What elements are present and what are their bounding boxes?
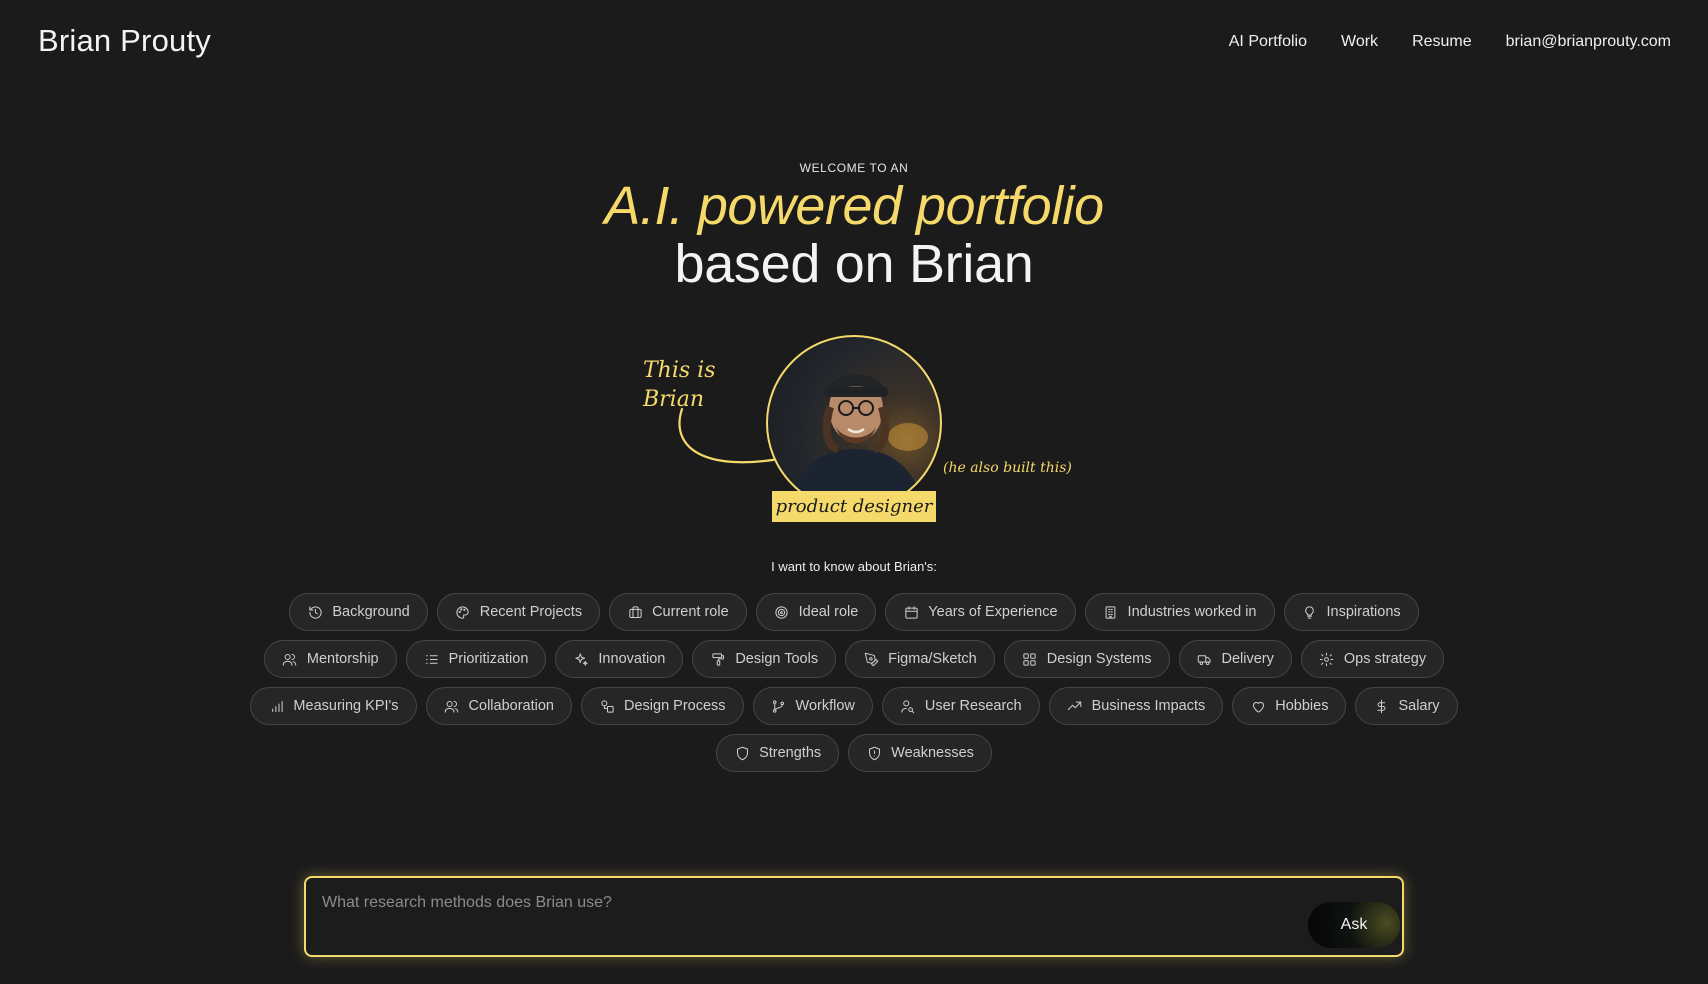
chip-label: Prioritization	[448, 651, 529, 667]
chip-background[interactable]: Background	[289, 593, 428, 631]
question-input[interactable]	[320, 890, 1220, 916]
chip-label: Years of Experience	[928, 604, 1058, 620]
lightbulb-icon	[1302, 604, 1318, 620]
chip-weaknesses[interactable]: Weaknesses	[848, 734, 992, 772]
chip-hobbies[interactable]: Hobbies	[1232, 687, 1347, 725]
nav-resume[interactable]: Resume	[1412, 33, 1472, 51]
chip-design-systems[interactable]: Design Systems	[1003, 640, 1170, 678]
topic-row-4: Strengths Weaknesses	[0, 734, 1708, 772]
chip-label: Strengths	[759, 745, 822, 761]
ask-box: Ask	[304, 876, 1404, 957]
chip-years-of-experience[interactable]: Years of Experience	[885, 593, 1076, 631]
paint-roller-icon	[710, 651, 726, 667]
chip-label: Weaknesses	[891, 745, 974, 761]
chip-label: User Research	[924, 698, 1022, 714]
sparkles-icon	[573, 651, 589, 667]
chip-label: Design Tools	[735, 651, 819, 667]
chip-label: Collaboration	[468, 698, 554, 714]
shapes-icon	[599, 698, 615, 714]
chip-workflow[interactable]: Workflow	[752, 687, 873, 725]
topic-row-1: Background Recent Projects Current role …	[0, 593, 1708, 631]
shield-icon	[734, 745, 750, 761]
nav-work[interactable]: Work	[1341, 33, 1378, 51]
chip-label: Hobbies	[1275, 698, 1329, 714]
chip-delivery[interactable]: Delivery	[1178, 640, 1292, 678]
calendar-icon	[903, 604, 919, 620]
chip-label: Inspirations	[1326, 604, 1401, 620]
chip-label: Innovation	[598, 651, 666, 667]
chip-label: Mentorship	[306, 651, 379, 667]
shield-alert-icon	[866, 745, 882, 761]
grid-icon	[1022, 651, 1038, 667]
hero-headline-highlight: A.I. powered portfolio	[604, 176, 1104, 236]
chip-design-tools[interactable]: Design Tools	[692, 640, 837, 678]
chip-label: Current role	[652, 604, 729, 620]
building-icon	[1103, 604, 1119, 620]
list-ordered-icon	[424, 651, 440, 667]
topics-prompt: I want to know about Brian's:	[771, 559, 937, 574]
trending-up-icon	[1067, 698, 1083, 714]
chip-label: Industries worked in	[1127, 604, 1257, 620]
chip-figma-sketch[interactable]: Figma/Sketch	[845, 640, 995, 678]
history-icon	[307, 604, 323, 620]
topic-row-2: Mentorship Prioritization Innovation Des…	[0, 640, 1708, 678]
chip-label: Design Process	[624, 698, 726, 714]
chip-label: Recent Projects	[479, 604, 583, 620]
chip-user-research[interactable]: User Research	[881, 687, 1040, 725]
palette-icon	[455, 604, 471, 620]
chip-innovation[interactable]: Innovation	[555, 640, 684, 678]
chip-label: Measuring KPI's	[293, 698, 399, 714]
nav-ai-portfolio[interactable]: AI Portfolio	[1229, 33, 1307, 51]
ask-button[interactable]: Ask	[1308, 902, 1400, 948]
avatar	[766, 335, 942, 511]
topic-row-3: Measuring KPI's Collaboration Design Pro…	[0, 687, 1708, 725]
chip-ideal-role[interactable]: Ideal role	[755, 593, 877, 631]
briefcase-icon	[627, 604, 643, 620]
built-this-annotation: (he also built this)	[943, 460, 1072, 476]
user-search-icon	[900, 698, 916, 714]
chip-label: Background	[332, 604, 410, 620]
users-icon	[282, 651, 298, 667]
hero-eyebrow: WELCOME TO AN	[799, 161, 909, 175]
annotation-line-1: This is	[643, 358, 716, 383]
top-nav: AI Portfolio Work Resume brian@brianprou…	[1229, 33, 1671, 51]
users-icon	[444, 698, 460, 714]
chip-measuring-kpis[interactable]: Measuring KPI's	[250, 687, 417, 725]
role-badge: product designer	[772, 491, 936, 522]
chip-recent-projects[interactable]: Recent Projects	[436, 593, 601, 631]
chip-business-impacts[interactable]: Business Impacts	[1048, 687, 1224, 725]
pen-tool-icon	[863, 651, 879, 667]
chip-collaboration[interactable]: Collaboration	[425, 687, 572, 725]
avatar-portrait-icon	[788, 374, 928, 509]
chip-ops-strategy[interactable]: Ops strategy	[1300, 640, 1445, 678]
gear-icon	[1319, 651, 1335, 667]
chip-prioritization[interactable]: Prioritization	[405, 640, 547, 678]
target-icon	[774, 604, 790, 620]
truck-icon	[1197, 651, 1213, 667]
chip-strengths[interactable]: Strengths	[716, 734, 840, 772]
bar-chart-icon	[268, 698, 284, 714]
chip-mentorship[interactable]: Mentorship	[263, 640, 397, 678]
git-branch-icon	[771, 698, 787, 714]
chip-design-process[interactable]: Design Process	[581, 687, 744, 725]
chip-label: Business Impacts	[1091, 698, 1206, 714]
chip-label: Delivery	[1221, 651, 1274, 667]
chip-label: Ideal role	[798, 604, 859, 620]
chip-label: Salary	[1398, 698, 1440, 714]
heart-icon	[1250, 698, 1266, 714]
chip-salary[interactable]: Salary	[1355, 687, 1458, 725]
chip-label: Workflow	[795, 698, 855, 714]
chip-inspirations[interactable]: Inspirations	[1283, 593, 1419, 631]
dollar-icon	[1373, 698, 1389, 714]
chip-label: Ops strategy	[1343, 651, 1427, 667]
chip-current-role[interactable]: Current role	[609, 593, 747, 631]
brand-logo[interactable]: Brian Prouty	[38, 23, 211, 59]
nav-email[interactable]: brian@brianprouty.com	[1506, 33, 1671, 51]
chip-industries-worked-in[interactable]: Industries worked in	[1084, 593, 1275, 631]
chip-label: Figma/Sketch	[888, 651, 977, 667]
chip-label: Design Systems	[1046, 651, 1152, 667]
hero-headline: based on Brian	[674, 234, 1034, 294]
